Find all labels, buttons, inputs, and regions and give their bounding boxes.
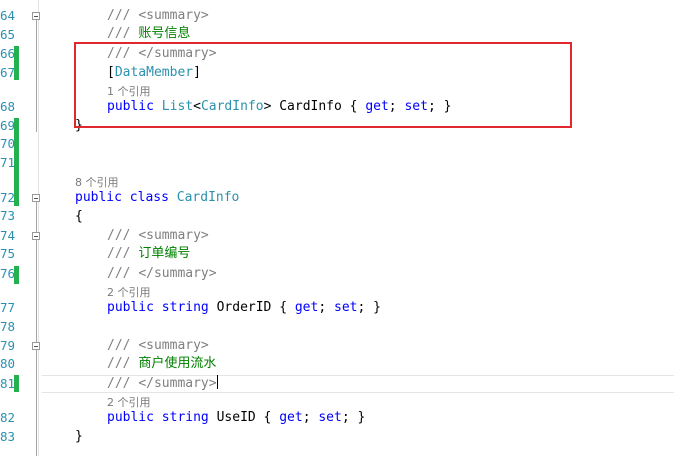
outline-guide — [36, 202, 37, 456]
brace: } — [75, 429, 83, 444]
keyword: class — [129, 190, 169, 205]
comment-text: 订单编号 — [138, 246, 191, 261]
line-number: 71 — [0, 155, 16, 170]
line-number: 82 — [0, 410, 16, 425]
line-number: 74 — [0, 228, 16, 243]
keyword: get — [279, 410, 303, 425]
doc-tag: </summary> — [138, 376, 217, 391]
code-editor[interactable]: 64 65 66 67 68 69 70 71 72 73 74 75 76 7… — [0, 0, 674, 456]
code-line[interactable]: { — [75, 208, 83, 226]
code-line[interactable]: /// <summary> — [107, 337, 209, 355]
doc-comment-prefix: /// — [107, 8, 139, 23]
line-number: 64 — [0, 8, 16, 23]
line-number: 73 — [0, 208, 16, 223]
property-name: UseID { — [208, 410, 280, 425]
code-line[interactable]: public class CardInfo — [75, 189, 239, 207]
line-number: 67 — [0, 65, 16, 80]
doc-comment-prefix: /// — [107, 338, 139, 353]
line-number: 72 — [0, 190, 16, 205]
brace: { — [75, 209, 83, 224]
code-line[interactable]: /// 商户使用流水 — [107, 355, 216, 373]
keyword: set — [318, 410, 342, 425]
line-number: 76 — [0, 266, 16, 281]
property-name: OrderID { — [208, 300, 295, 315]
doc-tag: <summary> — [138, 8, 209, 23]
line-number: 66 — [0, 46, 16, 61]
doc-comment-prefix: /// — [107, 26, 139, 41]
code-line[interactable]: /// <summary> — [107, 227, 209, 245]
punctuation: ; } — [357, 300, 381, 315]
doc-tag: <summary> — [138, 338, 209, 353]
comment-text: 账号信息 — [138, 26, 191, 41]
collapse-toggle-icon[interactable] — [32, 12, 40, 20]
code-lens-references[interactable]: 2 个引用 — [107, 394, 151, 410]
collapse-toggle-icon[interactable] — [32, 232, 40, 240]
highlight-annotation-box — [74, 42, 572, 128]
code-line[interactable]: public string OrderID { get; set; } — [107, 299, 381, 317]
doc-tag: <summary> — [138, 228, 209, 243]
text-caret — [216, 375, 218, 389]
line-number: 70 — [0, 136, 16, 151]
line-number: 75 — [0, 246, 16, 261]
line-number: 65 — [0, 27, 16, 42]
code-line-current[interactable]: /// </summary> — [107, 375, 218, 393]
keyword: set — [334, 300, 358, 315]
punctuation: ; } — [341, 410, 366, 425]
gutter-separator — [38, 0, 39, 456]
class-name: CardInfo — [176, 190, 240, 205]
comment-text: 商户使用流水 — [138, 356, 217, 371]
line-number: 79 — [0, 338, 16, 353]
code-lens-references[interactable]: 8 个引用 — [75, 174, 119, 190]
code-line[interactable]: public string UseID { get; set; } — [107, 409, 365, 427]
line-number: 69 — [0, 118, 16, 133]
keyword: string — [161, 410, 209, 425]
doc-tag: </summary> — [138, 266, 217, 281]
keyword: string — [161, 300, 209, 315]
code-line[interactable]: /// 账号信息 — [107, 25, 190, 43]
line-number: 78 — [0, 319, 16, 334]
doc-comment-prefix: /// — [107, 266, 139, 281]
doc-comment-prefix: /// — [107, 228, 139, 243]
punctuation: ; — [318, 300, 334, 315]
doc-comment-prefix: /// — [107, 376, 139, 391]
keyword: get — [294, 300, 319, 315]
collapse-toggle-icon[interactable] — [32, 194, 40, 202]
code-line[interactable]: /// <summary> — [107, 7, 209, 25]
code-lens-references[interactable]: 2 个引用 — [107, 284, 151, 300]
line-number: 80 — [0, 356, 16, 371]
doc-comment-prefix: /// — [107, 356, 139, 371]
keyword: public — [107, 410, 154, 425]
code-line[interactable]: /// </summary> — [107, 265, 217, 283]
line-number: 77 — [0, 300, 16, 315]
outline-guide — [36, 20, 37, 132]
line-number: 83 — [0, 429, 16, 444]
line-number: 81 — [0, 376, 16, 391]
code-line[interactable]: /// 订单编号 — [107, 245, 190, 263]
keyword: public — [107, 300, 154, 315]
punctuation: ; — [302, 410, 319, 425]
line-number: 68 — [0, 99, 16, 114]
collapse-toggle-icon[interactable] — [32, 342, 40, 350]
code-line[interactable]: } — [75, 428, 83, 446]
keyword: public — [75, 190, 122, 205]
doc-comment-prefix: /// — [107, 246, 139, 261]
